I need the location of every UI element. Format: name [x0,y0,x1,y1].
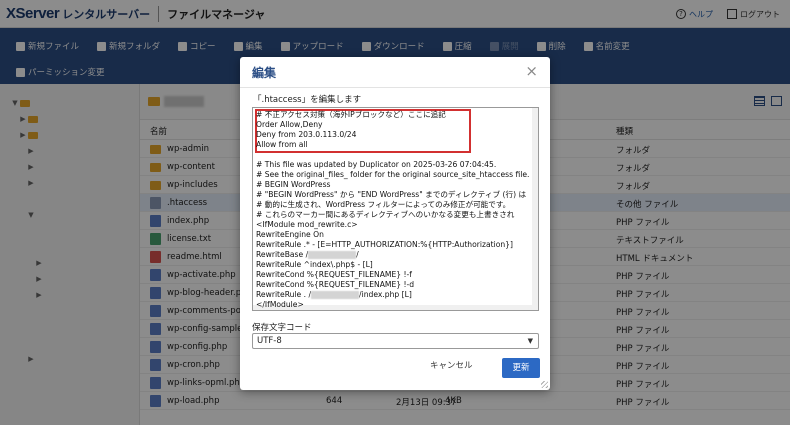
code-line-tail: / [356,250,359,259]
code-line: </IfModule> [256,300,304,310]
redacted-path [311,291,360,299]
code-line: RewriteRule ^index\.php$ - [L] [256,260,373,270]
code-line: RewriteCond %{REQUEST_FILENAME} !-f [256,270,412,280]
edit-dialog: 編集 × 「.htaccess」を編集します # 不正アクセス対策（海外IPブロ… [240,57,550,390]
dialog-divider [240,87,550,88]
code-line-text: RewriteRule . / [256,290,312,299]
code-line-text: </IfModule> [256,300,304,309]
code-line-text: # 動的に生成され、WordPress フィルターによってのみ修正が可能です。 [256,200,511,209]
code-line: # "BEGIN WordPress" から "END WordPress" ま… [256,190,526,200]
resize-handle[interactable] [541,381,548,388]
code-line-text: Order Allow,Deny [256,120,323,129]
encoding-select[interactable]: UTF-8 ▼ [252,333,539,349]
code-line: # 動的に生成され、WordPress フィルターによってのみ修正が可能です。 [256,200,510,210]
vertical-scrollbar[interactable] [532,108,538,310]
close-icon[interactable]: × [525,64,538,79]
code-line: RewriteRule .* - [E=HTTP_AUTHORIZATION:%… [256,240,513,250]
code-line-tail: /index.php [L] [359,290,412,299]
code-line: # これらのマーカー間にあるディレクティブへのいかなる変更も上書きされ [256,210,514,220]
code-line-text: # See the original_files_ folder for the… [256,170,530,179]
code-line-text: Allow from all [256,140,308,149]
code-line-text: RewriteCond %{REQUEST_FILENAME} !-d [256,280,415,289]
code-line-text: # これらのマーカー間にあるディレクティブへのいかなる変更も上書きされ [256,210,515,219]
code-line: # 不正アクセス対策（海外IPブロックなど）ここに追記 [256,110,446,120]
code-line: <IfModule mod_rewrite.c> [256,220,358,230]
code-editor-textarea[interactable]: # 不正アクセス対策（海外IPブロックなど）ここに追記 Order Allow,D… [252,107,539,311]
code-line: Allow from all [256,140,308,150]
code-line-text: <IfModule mod_rewrite.c> [256,220,358,229]
dialog-title: 編集 [252,66,277,80]
code-line: Deny from 203.0.113.0/24 [256,130,356,140]
dialog-description: 「.htaccess」を編集します [253,95,362,105]
code-line-text: # "BEGIN WordPress" から "END WordPress" ま… [256,190,527,199]
code-line-text: Deny from 203.0.113.0/24 [256,130,357,139]
code-line: # BEGIN WordPress [256,180,331,190]
code-line: RewriteCond %{REQUEST_FILENAME} !-d [256,280,414,290]
code-line-text: RewriteCond %{REQUEST_FILENAME} !-f [256,270,412,279]
code-line: RewriteEngine On [256,230,324,240]
encoding-value: UTF-8 [257,336,282,346]
code-line: RewriteBase / / [256,250,359,260]
code-line-text: # 不正アクセス対策（海外IPブロックなど）ここに追記 [256,110,446,119]
code-line: RewriteRule . / /index.php [L] [256,290,412,300]
code-line-text: RewriteRule ^index\.php$ - [L] [256,260,373,269]
encoding-label: 保存文字コード [252,323,312,333]
code-line: # See the original_files_ folder for the… [256,170,529,180]
code-line: # This file was updated by Duplicator on… [256,160,496,170]
code-line-text: RewriteBase / [256,250,309,259]
cancel-button[interactable]: キャンセル [430,359,473,371]
code-line: Order Allow,Deny [256,120,323,130]
code-line-text: RewriteRule .* - [E=HTTP_AUTHORIZATION:%… [256,240,513,249]
code-line-text: # This file was updated by Duplicator on… [256,160,497,169]
code-line-text: RewriteEngine On [256,230,324,239]
update-button[interactable]: 更新 [502,358,540,378]
chevron-down-icon: ▼ [527,337,533,345]
code-line-text: # BEGIN WordPress [256,180,331,189]
redacted-path [308,251,357,259]
